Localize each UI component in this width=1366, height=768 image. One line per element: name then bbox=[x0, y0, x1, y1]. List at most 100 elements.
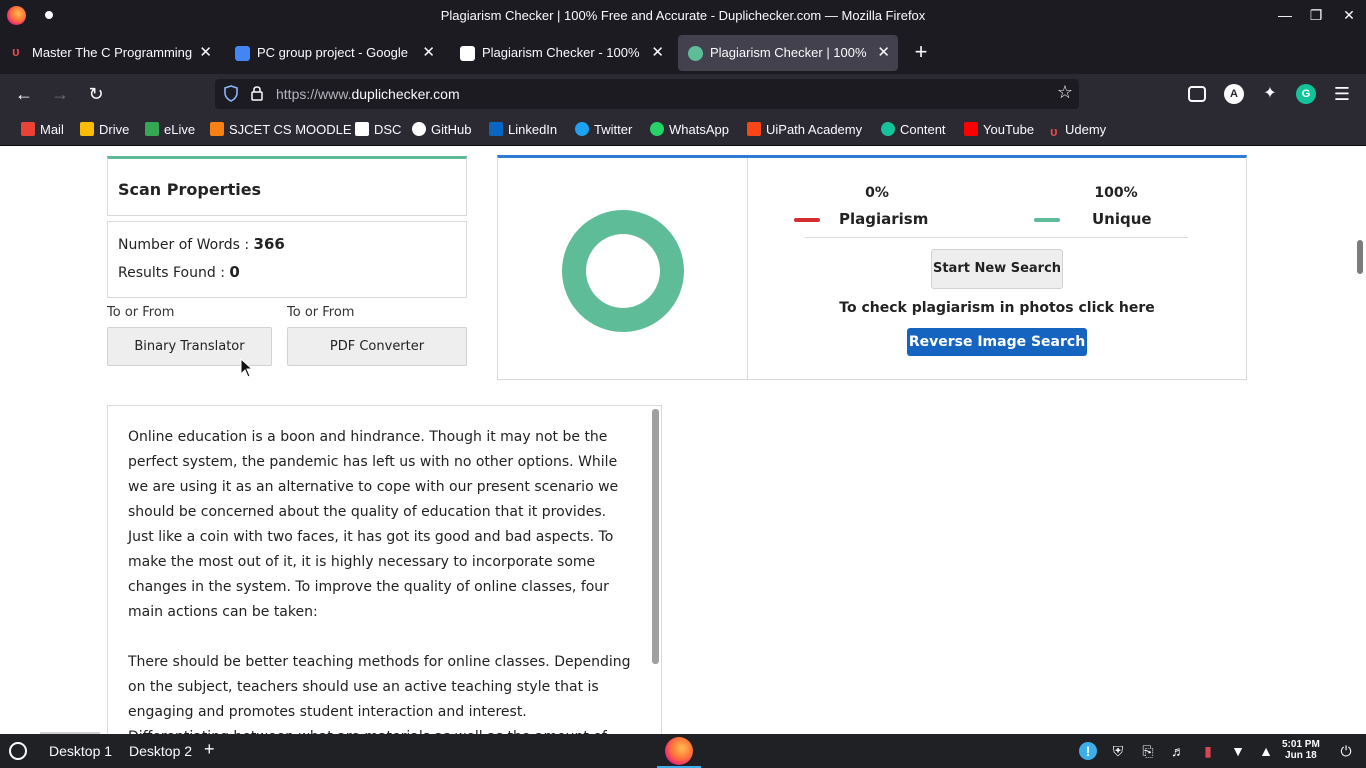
udemy-icon: υ bbox=[12, 44, 20, 59]
power-icon[interactable]: ⏻ bbox=[1337, 742, 1355, 760]
reverse-image-search-button[interactable]: Reverse Image Search bbox=[907, 328, 1087, 356]
text-line: Differentiating between what are materia… bbox=[128, 725, 633, 734]
bookmark-youtube[interactable]: YouTube bbox=[964, 122, 1034, 137]
tab-close-icon[interactable]: ✕ bbox=[651, 43, 664, 61]
unique-label: Unique bbox=[1092, 210, 1152, 228]
photos-plagiarism-link[interactable]: To check plagiarism in photos click here bbox=[747, 300, 1247, 316]
plagiarism-legend-bar bbox=[794, 218, 820, 222]
clipboard-icon[interactable]: ⎘ bbox=[1139, 742, 1157, 760]
results-found-value: 0 bbox=[229, 263, 240, 281]
pocket-icon[interactable] bbox=[1188, 86, 1206, 102]
back-arrow-icon[interactable]: ← bbox=[10, 80, 38, 108]
bookmark-label: Content bbox=[900, 122, 946, 137]
bookmark-label: LinkedIn bbox=[508, 122, 558, 137]
page-scrollbar[interactable] bbox=[1354, 146, 1366, 734]
bookmark-label: GitHub bbox=[431, 122, 472, 137]
security-shield-icon[interactable]: ⛨ bbox=[1109, 742, 1127, 760]
youtube-icon bbox=[964, 122, 978, 136]
text-line: perfect system, the pandemic has left us… bbox=[128, 454, 618, 470]
lock-icon[interactable] bbox=[250, 85, 264, 102]
bookmark-drive[interactable]: Drive bbox=[80, 122, 129, 137]
bookmark-mail[interactable]: Mail bbox=[21, 122, 64, 137]
tab-label: PC group project - Google bbox=[257, 45, 409, 60]
tab-close-icon[interactable]: ✕ bbox=[199, 43, 212, 61]
bookmark-whatsapp[interactable]: WhatsApp bbox=[650, 122, 729, 137]
bookmark-twitter[interactable]: Twitter bbox=[575, 122, 632, 137]
minimize-icon[interactable]: — bbox=[1272, 4, 1298, 26]
linkedin-icon bbox=[489, 122, 503, 136]
bookmark-star-icon[interactable]: ☆ bbox=[1057, 82, 1073, 103]
page-scrollbar-thumb[interactable] bbox=[1357, 240, 1363, 274]
hamburger-menu-icon[interactable]: ☰ bbox=[1328, 80, 1356, 108]
tab-label: Plagiarism Checker | 100% bbox=[710, 45, 867, 60]
drive-icon bbox=[80, 122, 94, 136]
firefox-taskbar-icon[interactable] bbox=[665, 737, 693, 765]
clock[interactable]: 5:01 PM Jun 18 bbox=[1282, 739, 1320, 761]
bookmark-content[interactable]: Content bbox=[881, 122, 946, 137]
volume-icon[interactable]: ♬ bbox=[1169, 742, 1187, 760]
uipath-icon bbox=[747, 122, 761, 136]
text-line: Just like a coin with two faces, it has … bbox=[128, 529, 614, 545]
tab-close-icon[interactable]: ✕ bbox=[877, 43, 890, 61]
elive-icon bbox=[145, 122, 159, 136]
tab-master-c[interactable]: υ Master The C Programming ✕ bbox=[0, 35, 220, 71]
forward-arrow-icon[interactable]: → bbox=[46, 80, 74, 108]
bookmark-uipath[interactable]: UiPath Academy bbox=[747, 122, 862, 137]
new-tab-button[interactable]: + bbox=[908, 40, 934, 66]
text-area-scrollbar[interactable] bbox=[652, 409, 659, 664]
submitted-text-area[interactable]: Online education is a boon and hindrance… bbox=[107, 405, 662, 734]
account-avatar-icon[interactable]: A bbox=[1224, 84, 1244, 104]
plagiarism-percent: 0% bbox=[865, 185, 889, 201]
reload-icon[interactable]: ↻ bbox=[82, 80, 110, 108]
text-paragraph-2: There should be better teaching methods … bbox=[128, 650, 633, 734]
text-line: Online education is a boon and hindrance… bbox=[128, 429, 608, 445]
tray-expand-icon[interactable]: ▲ bbox=[1257, 742, 1275, 760]
result-donut-chart bbox=[562, 210, 684, 332]
add-desktop-icon[interactable]: + bbox=[204, 739, 215, 760]
desktop-2-button[interactable]: Desktop 2 bbox=[129, 743, 192, 759]
sst-icon bbox=[460, 46, 475, 61]
wifi-icon[interactable]: ▼ bbox=[1229, 742, 1247, 760]
bookmark-github[interactable]: GitHub bbox=[412, 122, 471, 137]
address-bar[interactable]: https://www.duplichecker.com ☆ bbox=[215, 79, 1079, 109]
page-content: Scan Properties Number of Words : 366 Re… bbox=[0, 146, 1366, 734]
donut-hole bbox=[586, 234, 660, 308]
grammarly-icon[interactable]: G bbox=[1296, 84, 1316, 104]
tracking-protection-shield-icon[interactable] bbox=[224, 85, 238, 102]
unique-legend-bar bbox=[1034, 218, 1060, 222]
to-from-label: To or From bbox=[107, 305, 175, 320]
maximize-icon[interactable]: ❐ bbox=[1303, 4, 1329, 26]
extension-icon[interactable]: ✦ bbox=[1260, 84, 1280, 104]
battery-icon[interactable]: ▮ bbox=[1199, 742, 1217, 760]
tab-pc-group-project[interactable]: PC group project - Google ✕ bbox=[225, 35, 443, 71]
bookmark-udemy[interactable]: υ Udemy bbox=[1050, 122, 1106, 139]
bookmark-label: Twitter bbox=[594, 122, 633, 137]
close-window-icon[interactable]: ✕ bbox=[1336, 4, 1362, 26]
app-launcher-icon[interactable] bbox=[9, 742, 27, 760]
scan-stats-panel: Number of Words : 366 Results Found : 0 bbox=[107, 221, 467, 298]
tab-plagiarism-checker-1[interactable]: Plagiarism Checker - 100% ✕ bbox=[450, 35, 672, 71]
bookmark-dsc[interactable]: DSC bbox=[355, 122, 401, 137]
start-new-search-button[interactable]: Start New Search bbox=[931, 249, 1063, 289]
bookmark-elive[interactable]: eLive bbox=[145, 122, 195, 137]
pdf-converter-button[interactable]: PDF Converter bbox=[287, 327, 467, 366]
clock-time: 5:01 PM bbox=[1282, 739, 1320, 750]
notification-icon[interactable]: ! bbox=[1079, 742, 1097, 760]
bookmark-label: Mail bbox=[40, 122, 64, 137]
window-title: Plagiarism Checker | 100% Free and Accur… bbox=[440, 8, 926, 23]
tab-close-icon[interactable]: ✕ bbox=[422, 43, 435, 61]
bookmark-linkedin[interactable]: LinkedIn bbox=[489, 122, 557, 137]
text-line: make the most out of it, it is highly ne… bbox=[128, 554, 596, 570]
bookmark-moodle[interactable]: SJCET CS MOODLE bbox=[210, 122, 352, 137]
taskbar: Desktop 1 Desktop 2 + ! ⛨ ⎘ ♬ ▮ ▼ ▲ 5:01… bbox=[0, 734, 1366, 768]
moodle-icon bbox=[210, 122, 224, 136]
github-icon bbox=[412, 122, 426, 136]
desktop-1-button[interactable]: Desktop 1 bbox=[49, 743, 112, 759]
duplichecker-icon bbox=[688, 46, 703, 61]
tab-plagiarism-checker-active[interactable]: Plagiarism Checker | 100% ✕ bbox=[678, 35, 898, 71]
bookmark-label: eLive bbox=[164, 122, 196, 137]
unique-percent: 100% bbox=[1094, 185, 1138, 201]
twitter-icon bbox=[575, 122, 589, 136]
udemy-icon: υ bbox=[1050, 124, 1058, 139]
dsc-icon bbox=[355, 122, 369, 136]
